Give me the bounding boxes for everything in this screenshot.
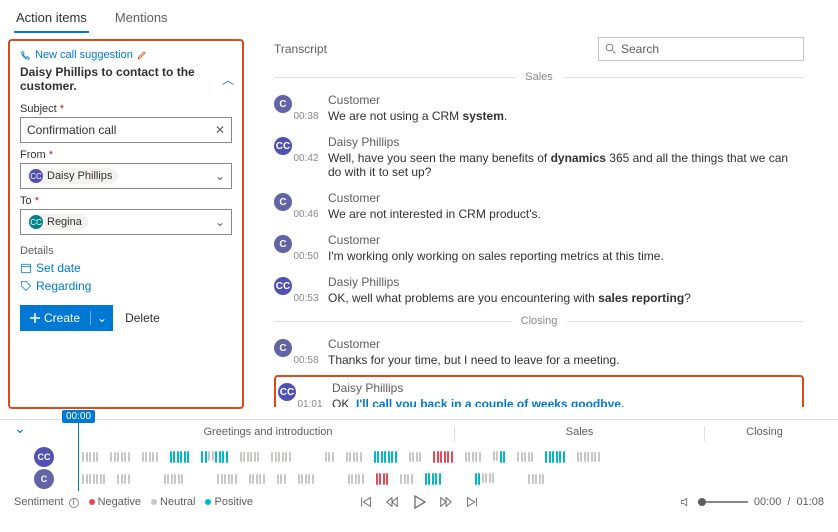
time-total: 01:08 — [796, 496, 824, 508]
transcript-entry[interactable]: C00:58 Customer Thanks for your time, but … — [274, 331, 804, 373]
timestamp: 00:46 — [292, 209, 320, 220]
timeline-section-greetings: Greetings and introduction — [82, 426, 454, 442]
create-button[interactable]: Create ⌄ — [20, 305, 113, 331]
details-label: Details — [20, 245, 232, 257]
collapse-chevron-icon[interactable]: ︿ — [222, 71, 234, 88]
transcript-text: Well, have you seen the many benefits of… — [328, 151, 804, 179]
speaker-name: Daisy Phillips — [328, 135, 804, 149]
play-icon[interactable] — [411, 494, 427, 510]
time-current: 00:00 — [754, 496, 782, 508]
subject-label: Subject — [20, 103, 57, 115]
legend-neutral: Neutral — [151, 496, 195, 508]
timestamp: 01:01 — [296, 399, 324, 407]
chevron-down-icon[interactable]: ⌄ — [215, 169, 225, 183]
transcript-entry[interactable]: C00:38 Customer We are not using a CRM sys… — [274, 87, 804, 129]
phone-icon — [20, 50, 31, 61]
avatar: C — [274, 95, 292, 113]
waveform-customer[interactable] — [82, 473, 824, 485]
search-icon — [605, 43, 617, 55]
avatar: C — [274, 339, 292, 357]
transcript-text: We are not interested in CRM product's. — [328, 207, 541, 221]
sentiment-label: Sentiment i — [14, 496, 79, 508]
volume-slider[interactable] — [698, 501, 748, 503]
tab-mentions[interactable]: Mentions — [113, 6, 170, 33]
speaker-name: Daisy Phillips — [332, 381, 624, 395]
transcript-title: Transcript — [274, 42, 327, 56]
timestamp: 00:58 — [292, 355, 320, 366]
from-label: From — [20, 149, 46, 161]
timestamp: 00:53 — [292, 293, 320, 304]
tag-icon — [20, 280, 32, 292]
delete-link[interactable]: Delete — [125, 311, 160, 325]
timeline-section-sales: Sales — [454, 426, 704, 442]
avatar: C — [274, 193, 292, 211]
skip-back-icon[interactable] — [359, 495, 373, 509]
set-date-link[interactable]: Set date — [20, 261, 232, 275]
volume-icon[interactable] — [680, 496, 692, 508]
avatar: C — [274, 235, 292, 253]
speaker-name: Customer — [328, 191, 541, 205]
speaker-name: Customer — [328, 233, 664, 247]
suggestion-title: Daisy Phillips to contact to the custome… — [20, 65, 232, 93]
timeline: ⌄ 00:00 Greetings and introduction Sales… — [0, 419, 838, 490]
avatar: CC — [278, 383, 296, 401]
playhead-marker[interactable]: 00:00 — [62, 410, 95, 491]
clear-icon[interactable]: ✕ — [215, 123, 225, 137]
create-dropdown[interactable]: ⌄ — [91, 311, 113, 325]
legend-negative: Negative — [89, 496, 141, 508]
transcript-entry[interactable]: C00:46 Customer We are not interested in C… — [274, 185, 804, 227]
avatar: CC — [274, 137, 292, 155]
collapse-timeline-icon[interactable]: ⌄ — [14, 420, 26, 437]
plus-icon — [30, 313, 40, 323]
calendar-icon — [20, 262, 32, 274]
to-input[interactable]: CCRegina ⌄ — [20, 209, 232, 235]
timeline-section-closing: Closing — [704, 426, 824, 442]
tab-action-items[interactable]: Action items — [14, 6, 89, 33]
from-input[interactable]: CCDaisy Phillips ⌄ — [20, 163, 232, 189]
legend-positive: Positive — [205, 496, 253, 508]
transcript-entry[interactable]: CC00:42 Daisy Phillips Well, have you seen… — [274, 129, 804, 185]
edit-icon[interactable] — [137, 50, 147, 60]
transcript-entry[interactable]: C00:50 Customer I'm working only working o… — [274, 227, 804, 269]
subject-input[interactable]: Confirmation call ✕ — [20, 117, 232, 143]
speaker-name: Dasiy Phillips — [328, 275, 691, 289]
to-label: To — [20, 195, 32, 207]
transcript-entry[interactable]: CC00:53 Dasiy Phillips OK, well what probl… — [274, 269, 804, 311]
transcript-text: Thanks for your time, but I need to leav… — [328, 353, 620, 367]
speaker-name: Customer — [328, 337, 620, 351]
timestamp: 00:42 — [292, 153, 320, 164]
info-icon[interactable]: i — [69, 498, 79, 508]
skip-forward-icon[interactable] — [465, 495, 479, 509]
track-label-agent: CC — [34, 447, 54, 467]
transcript-text: I'm working only working on sales report… — [328, 249, 664, 263]
search-input[interactable]: Search — [598, 37, 804, 61]
timestamp: 00:38 — [292, 111, 320, 122]
transcript-text: OK, I'll call you back in a couple of we… — [332, 397, 624, 407]
chevron-down-icon[interactable]: ⌄ — [215, 215, 225, 229]
action-item-panel: New call suggestion Daisy Phillips to co… — [8, 39, 244, 409]
transcript-text: We are not using a CRM system. — [328, 109, 507, 123]
forward-icon[interactable] — [439, 495, 453, 509]
speaker-name: Customer — [328, 93, 507, 107]
regarding-link[interactable]: Regarding — [20, 279, 232, 293]
track-label-customer: C — [34, 469, 54, 489]
waveform-agent[interactable] — [82, 451, 824, 463]
transcript-entry[interactable]: CC01:01 Daisy Phillips OK, I'll call you b… — [274, 375, 804, 407]
new-call-label: New call suggestion — [35, 49, 133, 61]
transcript-text: OK, well what problems are you encounter… — [328, 291, 691, 305]
avatar: CC — [274, 277, 292, 295]
timestamp: 00:50 — [292, 251, 320, 262]
rewind-icon[interactable] — [385, 495, 399, 509]
